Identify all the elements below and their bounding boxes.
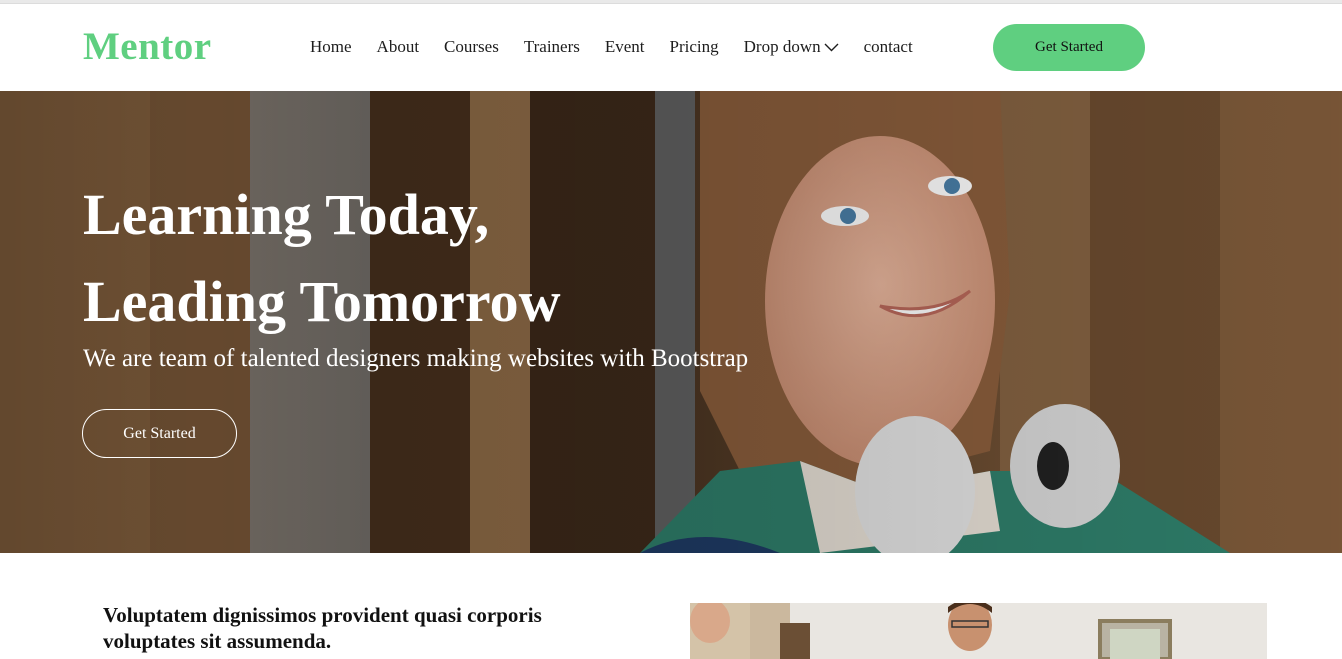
nav-contact-label: contact	[863, 37, 913, 56]
nav-courses-label: Courses	[444, 37, 499, 56]
nav-dropdown-label: Drop down	[743, 37, 821, 56]
hero-section: Learning Today, Leading Tomorrow We are …	[0, 91, 1342, 553]
hero-title-line-2: Leading Tomorrow	[83, 269, 561, 334]
nav-event[interactable]: Event	[605, 37, 645, 57]
nav-dropdown[interactable]: Drop down	[744, 37, 839, 57]
nav-trainers[interactable]: Trainers	[524, 37, 580, 57]
site-header: Mentor Home About Courses Trainers Event…	[0, 4, 1342, 91]
nav-about[interactable]: About	[377, 37, 420, 57]
nav-home[interactable]: Home	[310, 37, 352, 57]
about-heading: Voluptatem dignissimos provident quasi c…	[103, 603, 542, 653]
about-image	[690, 603, 1267, 659]
nav-trainers-label: Trainers	[523, 37, 580, 56]
hero-title: Learning Today, Leading Tomorrow	[83, 171, 783, 345]
hero-get-started-button[interactable]: Get Started	[82, 409, 237, 458]
hero-title-line-1: Learning Today,	[83, 182, 490, 247]
hero-subtitle: We are team of talented designers making…	[83, 345, 749, 372]
site-logo[interactable]: Mentor	[83, 24, 212, 69]
nav-event-label: Event	[604, 37, 645, 56]
nav-courses[interactable]: Courses	[444, 37, 499, 57]
nav-contact[interactable]: contact	[864, 37, 913, 57]
nav-home-label: Home	[310, 37, 352, 56]
nav-pricing-label: Pricing	[669, 37, 719, 56]
get-started-button[interactable]: Get Started	[993, 24, 1145, 71]
chevron-down-icon	[824, 37, 839, 57]
nav-pricing[interactable]: Pricing	[670, 37, 719, 57]
main-nav: Home About Courses Trainers Event Pricin…	[310, 37, 938, 57]
nav-about-label: About	[376, 37, 420, 56]
